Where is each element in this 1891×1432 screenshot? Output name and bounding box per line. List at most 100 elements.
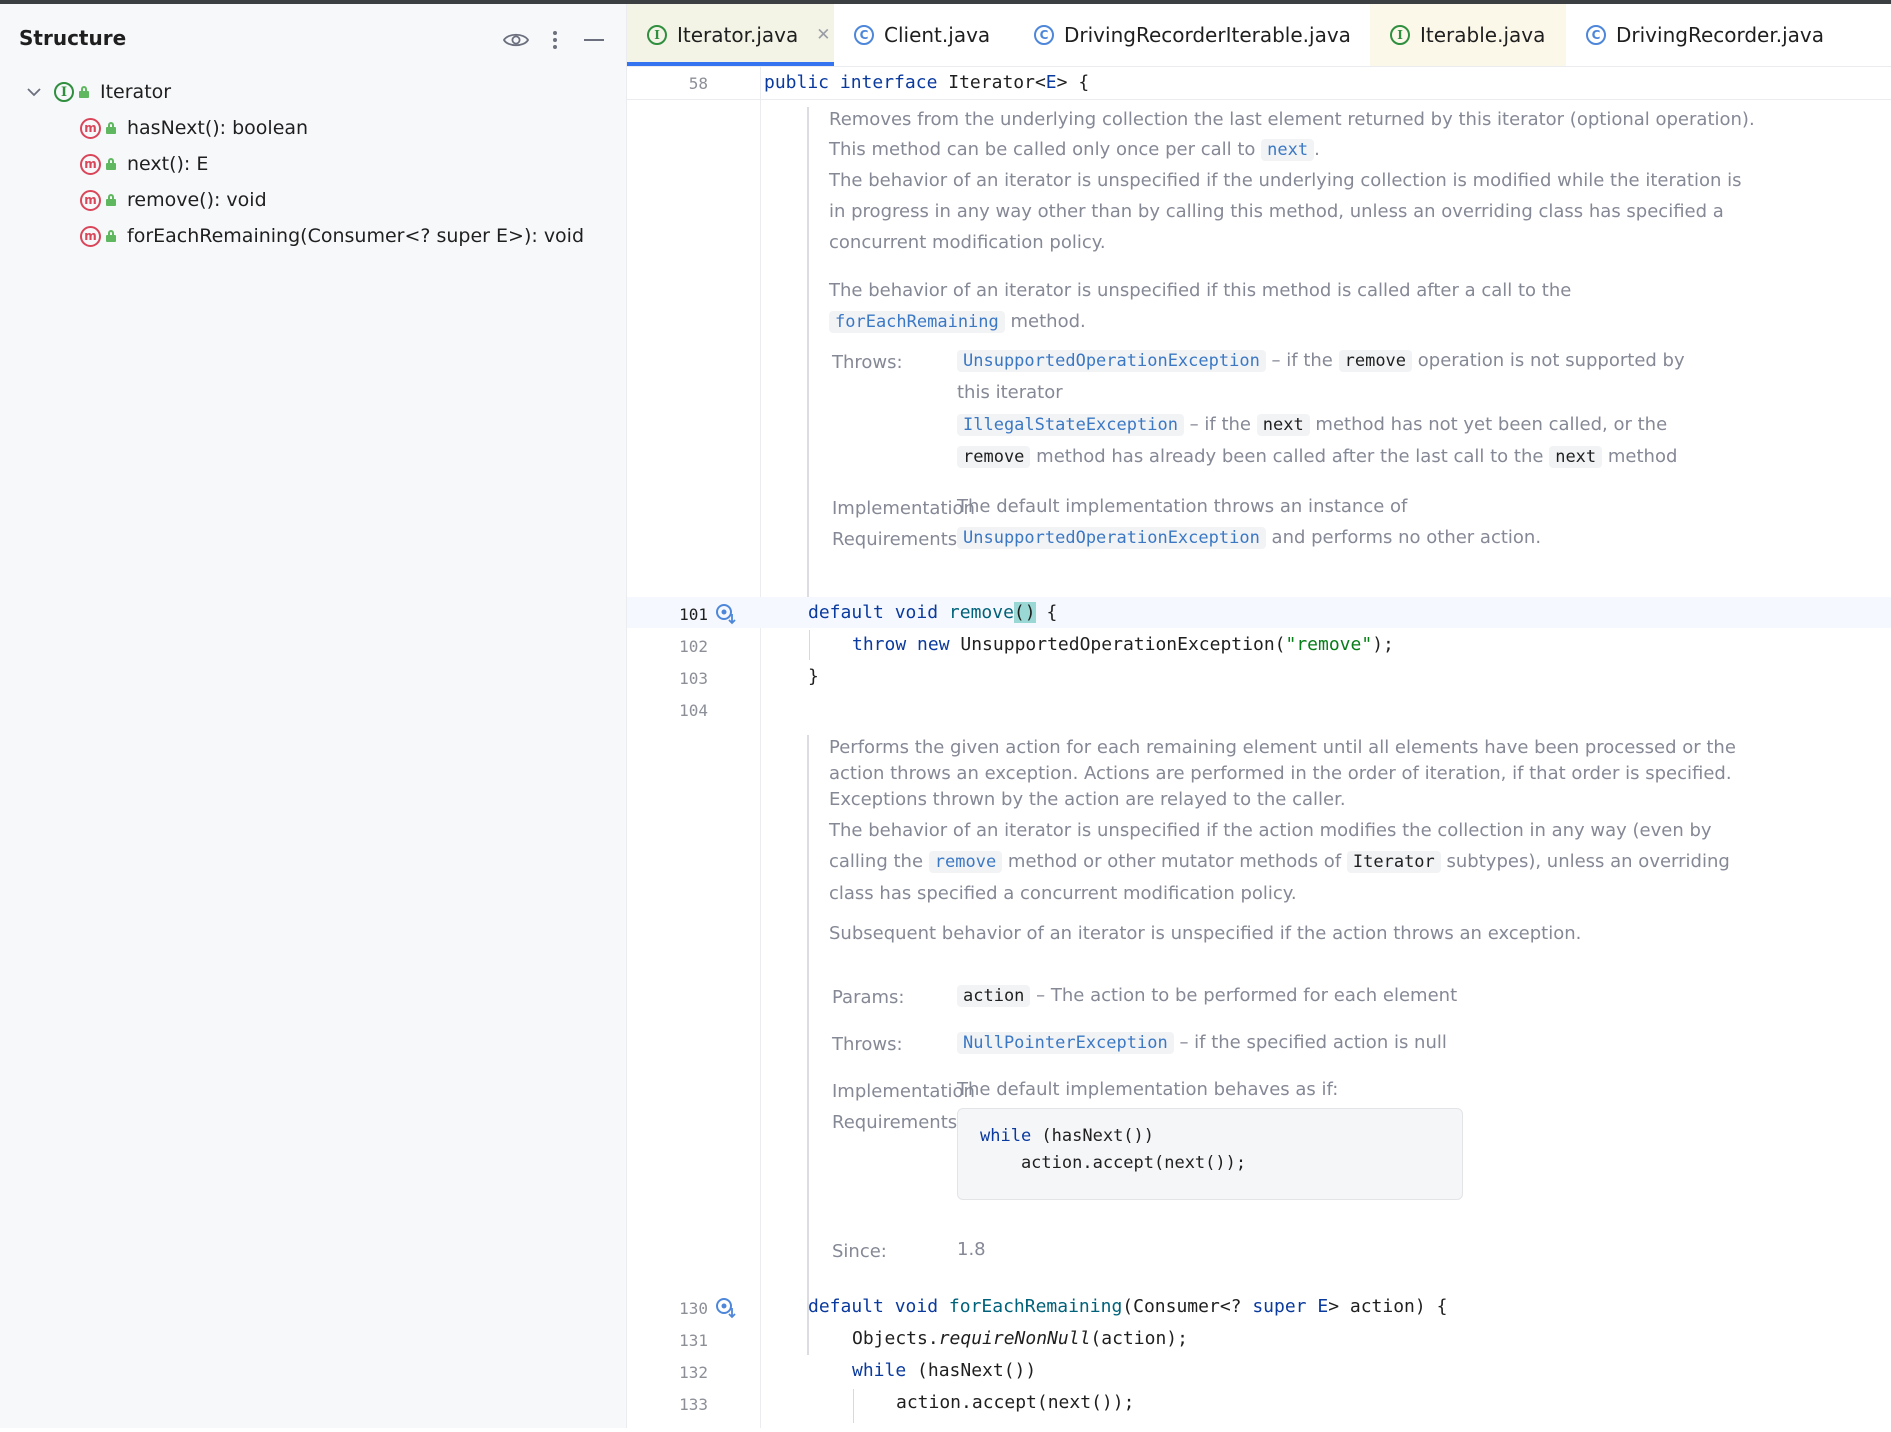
code-text: > { xyxy=(1056,72,1090,93)
doc-link[interactable]: UnsupportedOperationException xyxy=(957,350,1266,372)
keyword: throw new xyxy=(852,634,950,655)
interface-icon: I xyxy=(647,25,667,45)
more-options-icon[interactable] xyxy=(545,24,565,56)
code-text: action.accept(next()); xyxy=(980,1153,1247,1173)
doc-tag-value: The default implementation behaves as if… xyxy=(957,1079,1339,1100)
doc-text: The behavior of an iterator is unspecifi… xyxy=(829,275,1749,338)
tree-node-iterator[interactable]: I Iterator xyxy=(24,75,171,109)
line-number: 102 xyxy=(679,637,708,656)
string-literal: "remove" xyxy=(1285,634,1373,655)
doc-tag-value: action – The action to be performed for … xyxy=(957,980,1717,1012)
code-text: ); xyxy=(1372,634,1394,655)
keyword: interface xyxy=(839,72,938,93)
tab-iterator-java[interactable]: I Iterator.java ✕ xyxy=(627,4,834,66)
tree-member[interactable]: m next(): E xyxy=(80,147,208,181)
method-name: remove xyxy=(948,602,1014,623)
brace-match: () xyxy=(1013,602,1036,623)
indent-guide xyxy=(809,630,810,660)
doc-code: action xyxy=(957,985,1031,1007)
doc-code: remove xyxy=(957,446,1031,468)
doc-tag-value: UnsupportedOperationException – if the r… xyxy=(957,345,1687,408)
doc-tag-label: Throws: xyxy=(832,352,903,373)
doc-link[interactable]: next xyxy=(1261,139,1315,161)
tab-client-java[interactable]: C Client.java xyxy=(834,4,1014,66)
doc-link[interactable]: IllegalStateException xyxy=(957,414,1184,436)
keyword: default void xyxy=(808,1296,939,1317)
code-line: public interface Iterator<E> { xyxy=(764,72,1089,93)
tab-drivingrecorder-java[interactable]: C DrivingRecorder.java xyxy=(1566,4,1866,66)
tree-member[interactable]: m forEachRemaining(Consumer<? super E>):… xyxy=(80,219,584,253)
doc-link[interactable]: UnsupportedOperationException xyxy=(957,527,1266,549)
overridden-method-icon[interactable] xyxy=(715,603,737,625)
doc-tag-value: 1.8 xyxy=(957,1239,986,1260)
code-line: default void forEachRemaining(Consumer<?… xyxy=(808,1296,1447,1317)
doc-code: next xyxy=(1549,446,1603,468)
code-line: while (hasNext()) xyxy=(852,1360,1036,1381)
member-label: remove(): void xyxy=(127,189,267,211)
doc-text: This method can be called only once per … xyxy=(829,137,1320,163)
tab-label: Client.java xyxy=(884,23,991,47)
code-text: UnsupportedOperationException( xyxy=(949,634,1286,655)
doc-tag-label: Requirements: xyxy=(832,529,964,550)
tree-member[interactable]: m hasNext(): boolean xyxy=(80,111,308,145)
doc-link[interactable]: NullPointerException xyxy=(957,1032,1174,1054)
doc-text: Removes from the underlying collection t… xyxy=(829,109,1755,130)
tab-label: DrivingRecorderIterable.java xyxy=(1064,23,1351,47)
method-icon: m xyxy=(80,189,101,211)
doc-code: next xyxy=(1256,414,1310,436)
code-text: { xyxy=(1035,602,1058,623)
doc-text: Subsequent behavior of an iterator is un… xyxy=(829,923,1582,944)
tree-member[interactable]: m remove(): void xyxy=(80,183,267,217)
doc-text: method. xyxy=(1010,311,1086,332)
keyword: default void xyxy=(808,602,939,623)
public-lock-icon xyxy=(78,86,90,98)
interface-icon: I xyxy=(1390,25,1410,45)
doc-link[interactable]: forEachRemaining xyxy=(829,311,1005,333)
code-text: Objects. xyxy=(852,1328,939,1349)
doc-text: method has not yet been called, or the xyxy=(1315,414,1668,435)
type-param: E xyxy=(1045,72,1057,93)
doc-text: – if the specified action is null xyxy=(1179,1032,1447,1053)
class-icon: C xyxy=(1586,25,1606,45)
method-icon: m xyxy=(80,225,101,247)
keyword: while xyxy=(980,1126,1032,1146)
gutter-divider xyxy=(760,67,761,1428)
doc-text: – if the xyxy=(1271,350,1333,371)
eye-icon[interactable] xyxy=(498,24,534,56)
tab-label: Iterable.java xyxy=(1420,23,1546,47)
tab-iterable-java[interactable]: I Iterable.java xyxy=(1370,4,1566,66)
public-lock-icon xyxy=(105,230,117,242)
public-lock-icon xyxy=(105,122,117,134)
code-text: (action); xyxy=(1090,1328,1188,1349)
doc-tag-label: Requirements: xyxy=(832,1112,964,1133)
tab-label: DrivingRecorder.java xyxy=(1616,23,1824,47)
chevron-down-icon[interactable] xyxy=(24,82,44,102)
editor-tab-bar: I Iterator.java ✕ C Client.java C Drivin… xyxy=(627,4,1891,67)
overridden-method-icon[interactable] xyxy=(715,1297,737,1319)
line-number: 131 xyxy=(679,1331,708,1350)
keyword: while xyxy=(852,1360,907,1381)
doc-bar xyxy=(807,107,809,607)
code-editor[interactable]: 58 public interface Iterator<E> { Remove… xyxy=(627,67,1891,1428)
class-run-icon: C xyxy=(854,25,874,45)
line-number: 130 xyxy=(679,1299,708,1318)
member-label: forEachRemaining(Consumer<? super E>): v… xyxy=(127,225,585,247)
member-label: hasNext(): boolean xyxy=(127,117,309,139)
public-lock-icon xyxy=(105,194,117,206)
line-number: 133 xyxy=(679,1395,708,1414)
line-number: 103 xyxy=(679,669,708,688)
panel-title: Structure xyxy=(19,26,127,50)
indent-guide xyxy=(853,1389,854,1423)
public-lock-icon xyxy=(105,158,117,170)
tab-drivingrecorderiterable-java[interactable]: C DrivingRecorderIterable.java xyxy=(1014,4,1370,66)
member-label: next(): E xyxy=(127,153,209,175)
minimize-icon[interactable] xyxy=(582,24,606,56)
doc-text: method xyxy=(1607,446,1678,467)
doc-tag-label: Implementation xyxy=(832,498,975,519)
tree-node-label: Iterator xyxy=(100,81,172,103)
code-line: Objects.requireNonNull(action); xyxy=(852,1328,1188,1349)
close-icon[interactable]: ✕ xyxy=(816,25,830,45)
doc-link[interactable]: remove xyxy=(928,851,1003,873)
code-text: Iterator< xyxy=(937,72,1046,93)
